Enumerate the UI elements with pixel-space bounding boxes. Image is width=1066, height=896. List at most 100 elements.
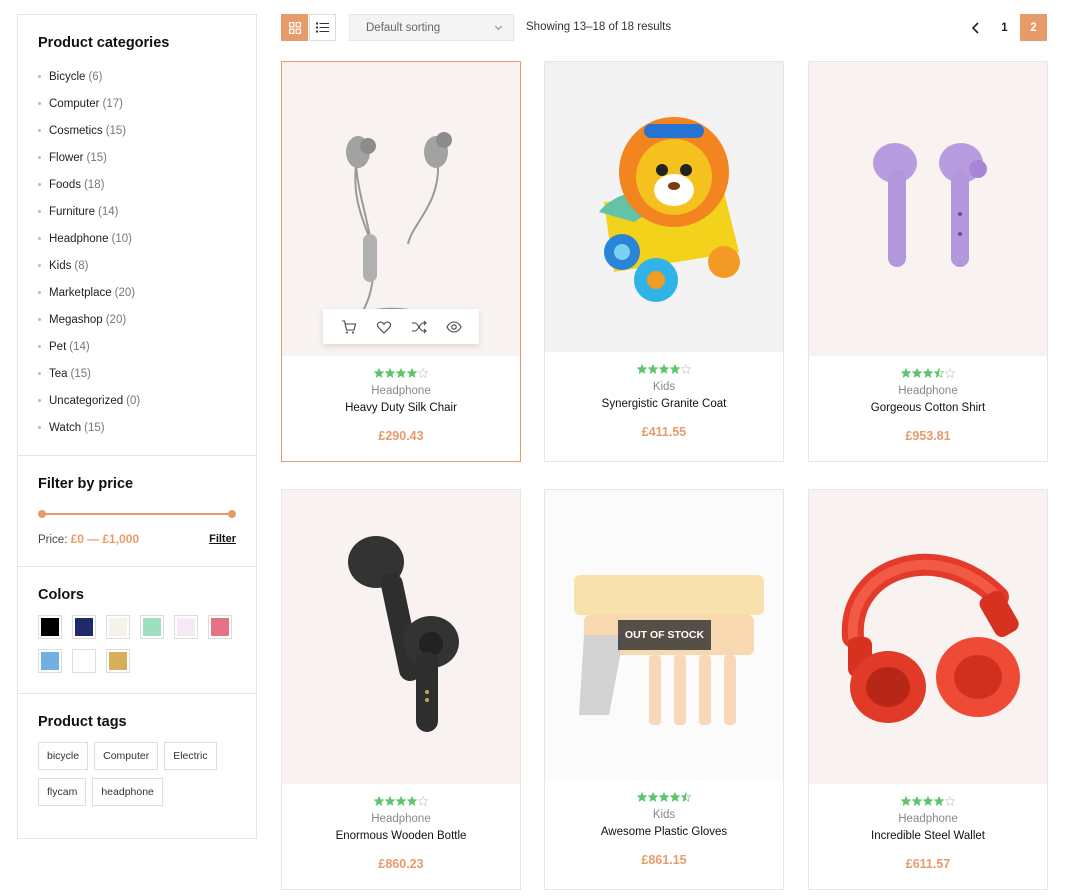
quick-view-icon[interactable] (445, 319, 462, 335)
compare-icon[interactable] (411, 319, 427, 335)
product-card[interactable]: Headphone Gorgeous Cotton Shirt £953.81 (808, 61, 1048, 462)
pagination: 1 2 (960, 14, 1047, 41)
color-swatch[interactable] (38, 615, 62, 639)
color-swatch[interactable] (106, 615, 130, 639)
product-image[interactable] (809, 490, 1047, 784)
shop-toolbar: Default sorting Showing 13–18 of 18 resu… (281, 14, 1047, 42)
out-of-stock-badge: OUT OF STOCK (618, 620, 711, 650)
product-category[interactable]: Kids (545, 381, 783, 393)
color-swatch-fill (75, 652, 93, 670)
product-card[interactable]: OUT OF STOCK Kids Awesome Plastic Gloves… (544, 489, 784, 890)
star-icon (934, 368, 944, 378)
color-swatch[interactable] (72, 615, 96, 639)
pagination-prev[interactable] (962, 14, 989, 41)
category-item-watch[interactable]: Watch (15) (38, 414, 236, 441)
product-name[interactable]: Synergistic Granite Coat (545, 398, 783, 410)
category-item-kids[interactable]: Kids (8) (38, 252, 236, 279)
star-icon (407, 368, 417, 378)
product-category[interactable]: Headphone (282, 385, 520, 397)
star-rating (809, 796, 1047, 808)
cart-icon[interactable] (341, 319, 357, 335)
color-swatch[interactable] (106, 649, 130, 673)
earbuds-purple-image (873, 143, 987, 267)
earphones-image (346, 132, 467, 323)
chevron-left-icon (971, 21, 979, 34)
star-icon (418, 368, 428, 378)
product-card[interactable]: Headphone Enormous Wooden Bottle £860.23 (281, 489, 521, 890)
product-name[interactable]: Awesome Plastic Gloves (545, 826, 783, 838)
tag-headphone[interactable]: headphone (92, 778, 163, 806)
pagination-page-2-current[interactable]: 2 (1020, 14, 1047, 41)
star-icon (648, 364, 658, 374)
price-max: £1,000 (102, 532, 140, 546)
product-image[interactable] (282, 62, 520, 356)
product-category[interactable]: Headphone (809, 813, 1047, 825)
color-swatch[interactable] (208, 615, 232, 639)
category-item-megashop[interactable]: Megashop (20) (38, 306, 236, 333)
product-category[interactable]: Headphone (809, 385, 1047, 397)
sort-select[interactable]: Default sorting (349, 14, 514, 41)
category-item-tea[interactable]: Tea (15) (38, 360, 236, 387)
category-item-pet[interactable]: Pet (14) (38, 333, 236, 360)
star-icon (923, 796, 933, 806)
bullet-icon (38, 183, 41, 186)
color-swatch[interactable] (72, 649, 96, 673)
category-count: (0) (126, 394, 141, 407)
headphones-red-image (841, 553, 1020, 723)
star-rating (809, 368, 1047, 380)
price-slider-max-handle[interactable] (228, 510, 236, 518)
tag-computer[interactable]: Computer (94, 742, 159, 770)
product-name[interactable]: Incredible Steel Wallet (809, 830, 1047, 842)
product-card[interactable]: Headphone Incredible Steel Wallet £611.5… (808, 489, 1048, 890)
pagination-page-1[interactable]: 1 (991, 14, 1018, 41)
list-view-button[interactable] (309, 14, 336, 41)
product-name[interactable]: Gorgeous Cotton Shirt (809, 402, 1047, 414)
category-item-uncategorized[interactable]: Uncategorized (0) (38, 387, 236, 414)
star-icon (407, 796, 417, 806)
category-item-foods[interactable]: Foods (18) (38, 171, 236, 198)
category-name: Megashop (49, 313, 103, 326)
category-item-marketplace[interactable]: Marketplace (20) (38, 279, 236, 306)
tag-flycam[interactable]: flycam (38, 778, 87, 806)
star-icon (945, 368, 955, 378)
category-item-computer[interactable]: Computer (17) (38, 90, 236, 117)
product-image[interactable] (809, 62, 1047, 356)
category-name: Uncategorized (49, 394, 124, 407)
product-info: Kids Synergistic Granite Coat £411.55 (545, 352, 783, 439)
tag-bicycle[interactable]: bicycle (38, 742, 89, 770)
product-image[interactable] (282, 490, 520, 784)
list-icon (316, 22, 329, 33)
bullet-icon (38, 399, 41, 402)
price-separator: — (87, 532, 100, 546)
color-swatch[interactable] (174, 615, 198, 639)
product-card[interactable]: Headphone Heavy Duty Silk Chair £290.43 (281, 61, 521, 462)
category-item-furniture[interactable]: Furniture (14) (38, 198, 236, 225)
star-icon (385, 368, 395, 378)
star-icon (670, 364, 680, 374)
product-category[interactable]: Kids (545, 809, 783, 821)
color-swatch-fill (109, 618, 127, 636)
color-swatch[interactable] (140, 615, 164, 639)
category-item-cosmetics[interactable]: Cosmetics (15) (38, 117, 236, 144)
product-name[interactable]: Heavy Duty Silk Chair (282, 402, 520, 414)
star-icon (901, 796, 911, 806)
filter-button[interactable]: Filter (209, 533, 236, 545)
star-icon (681, 792, 691, 802)
heart-icon[interactable] (376, 319, 392, 335)
category-item-flower[interactable]: Flower (15) (38, 144, 236, 171)
color-swatch-fill (109, 652, 127, 670)
product-category[interactable]: Headphone (282, 813, 520, 825)
star-icon (637, 792, 647, 802)
category-name: Marketplace (49, 286, 112, 299)
category-item-headphone[interactable]: Headphone (10) (38, 225, 236, 252)
price-slider-min-handle[interactable] (38, 510, 46, 518)
product-name[interactable]: Enormous Wooden Bottle (282, 830, 520, 842)
color-swatch[interactable] (38, 649, 62, 673)
product-image[interactable]: OUT OF STOCK (545, 490, 783, 780)
product-image[interactable] (545, 62, 783, 352)
product-card[interactable]: Kids Synergistic Granite Coat £411.55 (544, 61, 784, 462)
category-item-bicycle[interactable]: Bicycle (6) (38, 63, 236, 90)
product-price: £861.15 (641, 853, 687, 867)
tag-electric[interactable]: Electric (164, 742, 217, 770)
grid-view-button[interactable] (281, 14, 308, 41)
